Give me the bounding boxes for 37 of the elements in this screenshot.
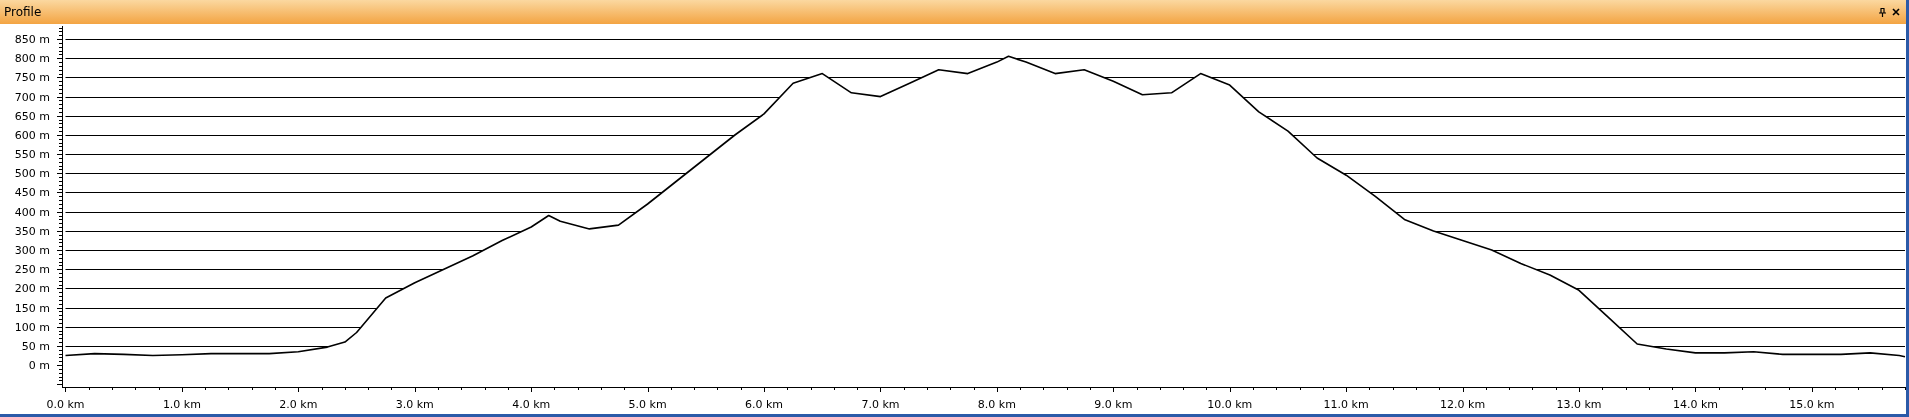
axis-label: 700 m <box>14 90 50 104</box>
axis-label: 12.0 km <box>1440 398 1486 411</box>
axis-label: 5.0 km <box>628 398 667 411</box>
axis-label: 650 m <box>14 109 50 123</box>
axis-label: 250 m <box>14 263 50 277</box>
axis-label: 9.0 km <box>1094 398 1133 411</box>
axis-label: 2.0 km <box>279 398 318 411</box>
axis-label: 450 m <box>14 186 50 200</box>
axis-label: 8.0 km <box>977 398 1016 411</box>
axis-label: 750 m <box>14 71 50 85</box>
axis-label: 11.0 km <box>1323 398 1369 411</box>
axis-label: 850 m <box>14 33 50 47</box>
axis-label: 50 m <box>21 339 50 353</box>
close-icon[interactable] <box>1892 8 1900 16</box>
axis-label: 7.0 km <box>861 398 900 411</box>
axis-label: 1.0 km <box>162 398 201 411</box>
axis-label: 13.0 km <box>1556 398 1602 411</box>
axis-label: 300 m <box>14 244 50 258</box>
axis-label: 500 m <box>14 167 50 181</box>
axis-label: 6.0 km <box>745 398 784 411</box>
axis-label: 14.0 km <box>1672 398 1718 411</box>
axis-label: 200 m <box>14 282 50 296</box>
axis-label: 600 m <box>14 128 50 142</box>
axis-label: 150 m <box>14 301 50 315</box>
axis-label: 0 m <box>28 359 50 373</box>
panel-title: Profile <box>4 5 42 19</box>
pin-icon[interactable] <box>1879 7 1886 17</box>
axis-label: 10.0 km <box>1207 398 1253 411</box>
axis-label: 800 m <box>14 52 50 66</box>
axis-label: 3.0 km <box>395 398 434 411</box>
axis-label: 0.0 km <box>46 398 85 411</box>
axis-label: 100 m <box>14 320 50 334</box>
axis-label: 350 m <box>14 224 50 238</box>
axis-label: 15.0 km <box>1789 398 1835 411</box>
axis-label: 550 m <box>14 148 50 162</box>
axis-label: 4.0 km <box>512 398 551 411</box>
axis-label: 400 m <box>14 205 50 219</box>
